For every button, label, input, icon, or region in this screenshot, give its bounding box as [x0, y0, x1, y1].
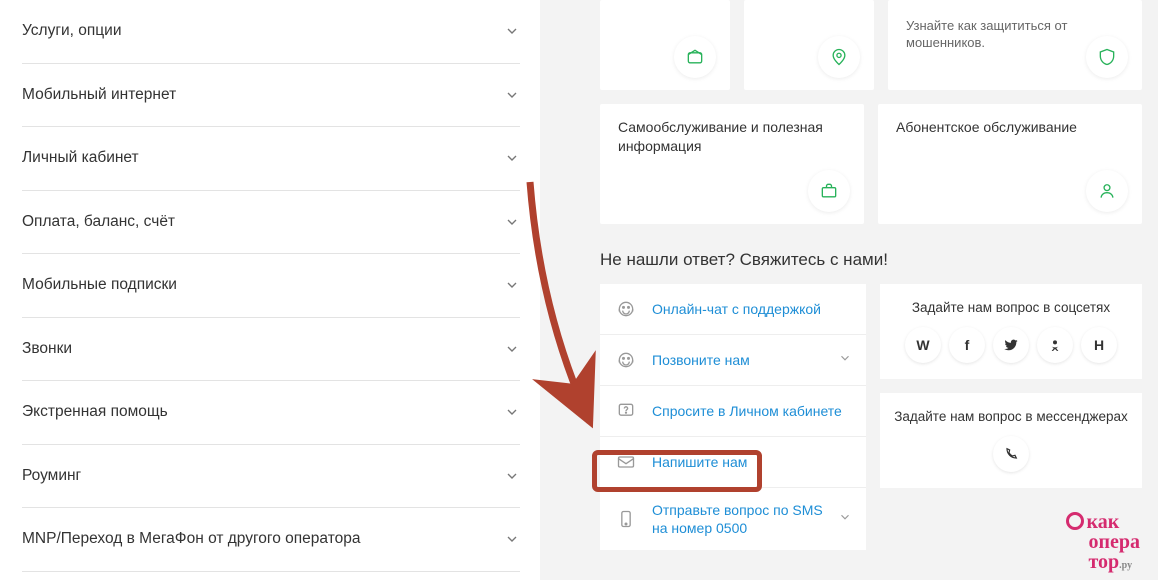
contact-label: Спросите в Личном кабинете	[652, 402, 852, 420]
watermark: как опера тор.ру	[1066, 512, 1140, 572]
contact-label: Напишите нам	[652, 453, 852, 471]
card-title: Самообслуживание и полезная информация	[618, 118, 848, 156]
help-card-selfservice[interactable]: Самообслуживание и полезная информация	[600, 104, 864, 224]
accordion-label: Мобильный интернет	[22, 86, 176, 104]
accordion-label: MNP/Переход в МегаФон от другого операто…	[22, 530, 361, 548]
accordion-sidebar: Услуги, опции Мобильный интернет Личный …	[0, 0, 540, 580]
chevron-down-icon	[504, 23, 520, 39]
contact-list: Онлайн-чат с поддержкой Позвоните нам Сп…	[600, 284, 866, 550]
contact-call-us[interactable]: Позвоните нам	[600, 335, 866, 386]
ok-icon[interactable]	[1037, 327, 1073, 363]
messenger-icons	[894, 436, 1128, 472]
user-icon	[1086, 170, 1128, 212]
headset-icon	[614, 348, 638, 372]
accordion-item[interactable]: Услуги, опции	[22, 0, 520, 64]
contact-sms[interactable]: Отправьте вопрос по SMS на номер 0500	[600, 488, 866, 550]
chevron-down-icon	[838, 351, 852, 369]
accordion-label: Личный кабинет	[22, 149, 139, 167]
chevron-down-icon	[504, 531, 520, 547]
briefcase-icon	[808, 170, 850, 212]
facebook-icon[interactable]: f	[949, 327, 985, 363]
top-cards-row: Узнайте как защититься от мошенников.	[600, 0, 1142, 90]
headset-icon	[614, 297, 638, 321]
chevron-down-icon	[504, 150, 520, 166]
accordion-item[interactable]: Мобильные подписки	[22, 254, 520, 318]
twitter-icon[interactable]	[993, 327, 1029, 363]
contact-label: Отправьте вопрос по SMS на номер 0500	[652, 501, 838, 537]
social-networks-box: Задайте нам вопрос в соцсетях W f H	[880, 284, 1142, 379]
contact-label: Позвоните нам	[652, 351, 838, 369]
chevron-down-icon	[504, 468, 520, 484]
accordion-label: Оплата, баланс, счёт	[22, 213, 175, 231]
chevron-down-icon	[838, 510, 852, 528]
question-icon	[614, 399, 638, 423]
contact-write-us[interactable]: Напишите нам	[600, 437, 866, 488]
accordion-item[interactable]: Звонки	[22, 318, 520, 382]
help-card-fraud[interactable]: Узнайте как защититься от мошенников.	[888, 0, 1142, 90]
messengers-box: Задайте нам вопрос в мессенджерах	[880, 393, 1142, 488]
accordion-item[interactable]: Экстренная помощь	[22, 381, 520, 445]
mail-icon	[614, 450, 638, 474]
accordion-label: Роуминг	[22, 467, 81, 485]
accordion-label: Звонки	[22, 340, 72, 358]
card-title: Абонентское обслуживание	[896, 118, 1126, 137]
contact-label: Онлайн-чат с поддержкой	[652, 300, 852, 318]
wallet-icon	[674, 36, 716, 78]
right-panel: Узнайте как защититься от мошенников. Са…	[540, 0, 1158, 580]
accordion-item[interactable]: Роуминг	[22, 445, 520, 509]
accordion-item[interactable]: MNP/Переход в МегаФон от другого операто…	[22, 508, 520, 572]
chevron-down-icon	[504, 341, 520, 357]
help-card-subscriber[interactable]: Абонентское обслуживание	[878, 104, 1142, 224]
contact-ask-cabinet[interactable]: Спросите в Личном кабинете	[600, 386, 866, 437]
accordion-item[interactable]: Личный кабинет	[22, 127, 520, 191]
accordion-label: Услуги, опции	[22, 22, 122, 40]
accordion-label: Экстренная помощь	[22, 403, 168, 421]
help-card[interactable]	[744, 0, 874, 90]
accordion-item[interactable]: Мобильный интернет	[22, 64, 520, 128]
chevron-down-icon	[504, 404, 520, 420]
messengers-title: Задайте нам вопрос в мессенджерах	[894, 409, 1128, 424]
social-icons: W f H	[894, 327, 1128, 363]
social-title: Задайте нам вопрос в соцсетях	[894, 300, 1128, 315]
map-pin-icon	[818, 36, 860, 78]
mid-cards-row: Самообслуживание и полезная информация А…	[600, 104, 1142, 224]
chevron-down-icon	[504, 277, 520, 293]
contact-online-chat[interactable]: Онлайн-чат с поддержкой	[600, 284, 866, 335]
accordion-label: Мобильные подписки	[22, 276, 177, 294]
viber-icon[interactable]	[993, 436, 1029, 472]
phone-icon	[614, 507, 638, 531]
chevron-down-icon	[504, 87, 520, 103]
help-card[interactable]	[600, 0, 730, 90]
habr-icon[interactable]: H	[1081, 327, 1117, 363]
shield-icon	[1086, 36, 1128, 78]
chevron-down-icon	[504, 214, 520, 230]
contacts-heading: Не нашли ответ? Свяжитесь с нами!	[600, 250, 1142, 270]
accordion-item[interactable]: Оплата, баланс, счёт	[22, 191, 520, 255]
contacts-wrap: Онлайн-чат с поддержкой Позвоните нам Сп…	[600, 284, 1142, 550]
vk-icon[interactable]: W	[905, 327, 941, 363]
